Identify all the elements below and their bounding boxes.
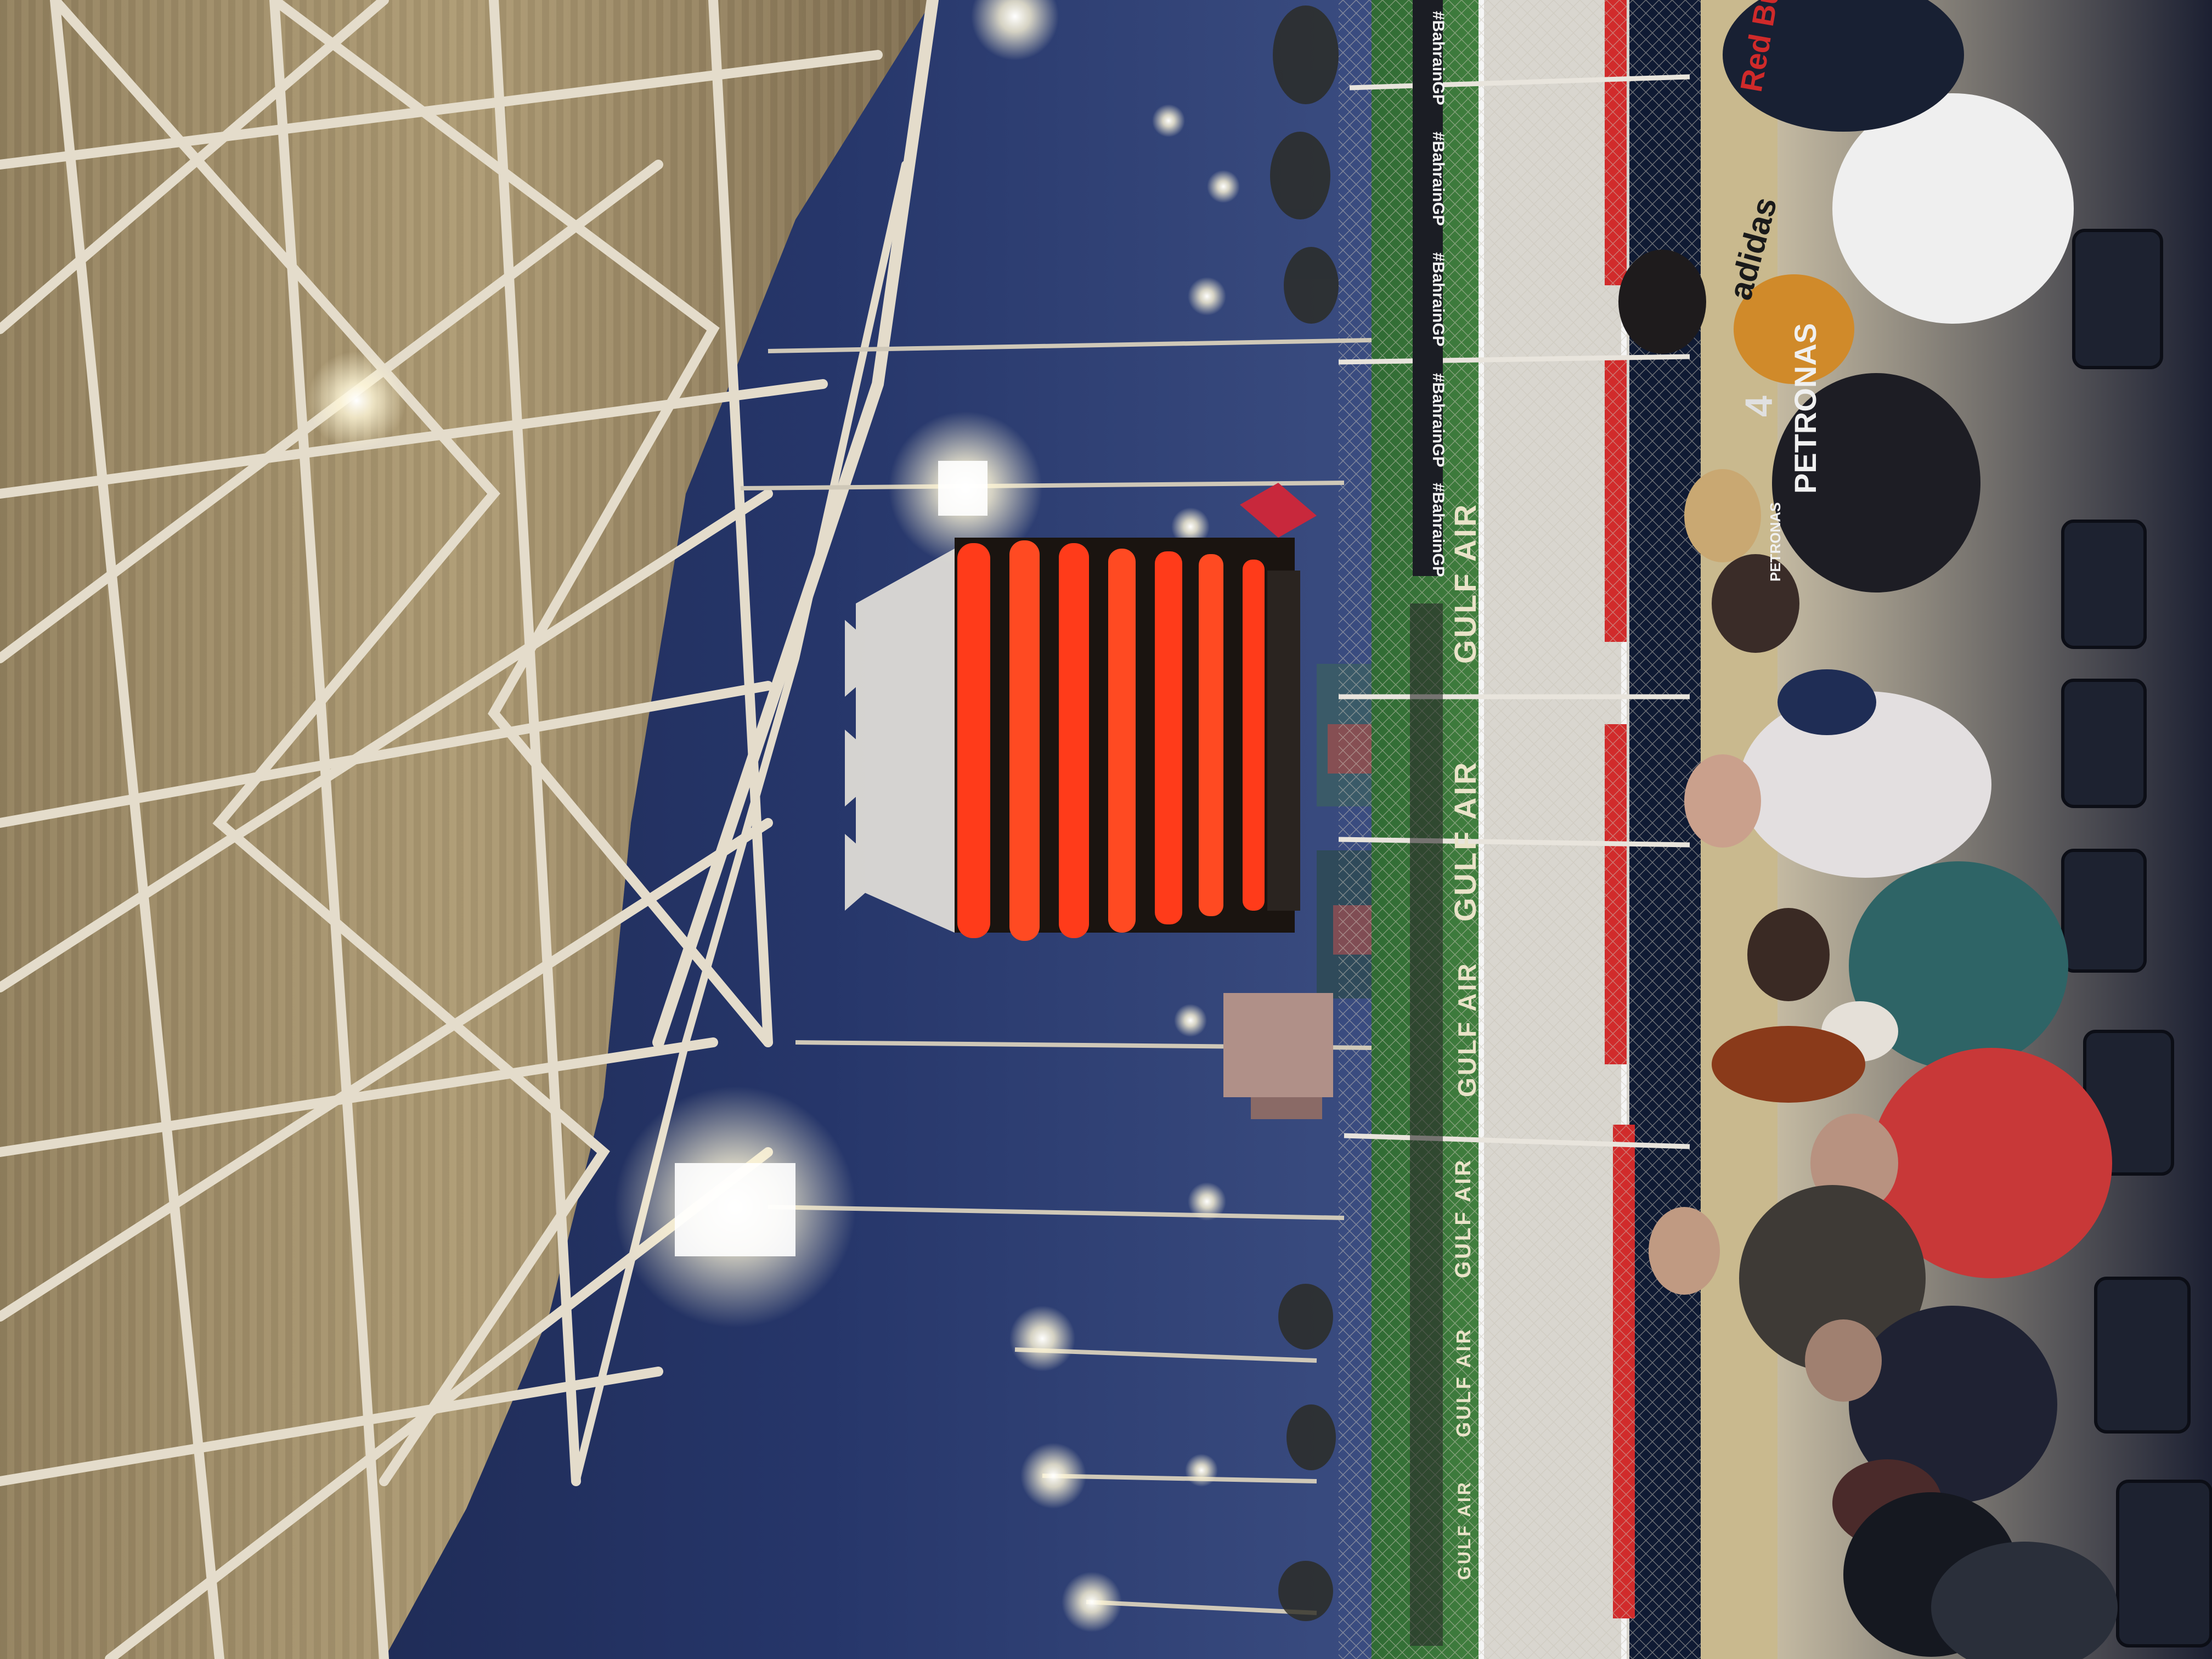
gulf-air-label: GULF AIR (1453, 962, 1481, 1098)
pit-building (1223, 993, 1333, 1097)
sakhir-tower (955, 538, 1300, 941)
gulf-air-label: GULF AIR (1454, 1480, 1474, 1580)
tent-canopies (845, 549, 955, 933)
tower-ring (1243, 560, 1265, 911)
board-label: #BahrainGP (1429, 132, 1447, 226)
tower-ring (957, 543, 990, 938)
trackside-boards: #BahrainGP #BahrainGP #BahrainGP #Bahrai… (1410, 0, 1447, 1646)
tower-ring (1155, 551, 1182, 924)
petronas-shirt-text-small: PETRONAS (1767, 503, 1784, 582)
board-label: #BahrainGP (1429, 373, 1447, 467)
tower-ring (1059, 543, 1089, 938)
tower-ring (1108, 549, 1136, 933)
pit-building (1251, 1097, 1322, 1119)
shirt-number-text: 4 (1737, 396, 1780, 417)
gulf-air-label: GULF AIR (1448, 760, 1482, 922)
board-label: #BahrainGP (1429, 11, 1447, 105)
board-label: #BahrainGP (1429, 483, 1447, 577)
catch-fence (1339, 0, 1723, 1659)
tower-ring (1009, 540, 1040, 941)
board-label: #BahrainGP (1429, 252, 1447, 347)
tower-ring (1199, 554, 1223, 916)
gulf-air-label: GULF AIR (1451, 1158, 1475, 1278)
photo-scene: #BahrainGP #BahrainGP #BahrainGP #Bahrai… (0, 0, 2212, 1659)
gulf-air-label: GULF AIR (1448, 503, 1482, 664)
petronas-shirt-text: PETRONAS (1788, 323, 1822, 494)
gulf-air-label: GULF AIR (1452, 1327, 1475, 1437)
